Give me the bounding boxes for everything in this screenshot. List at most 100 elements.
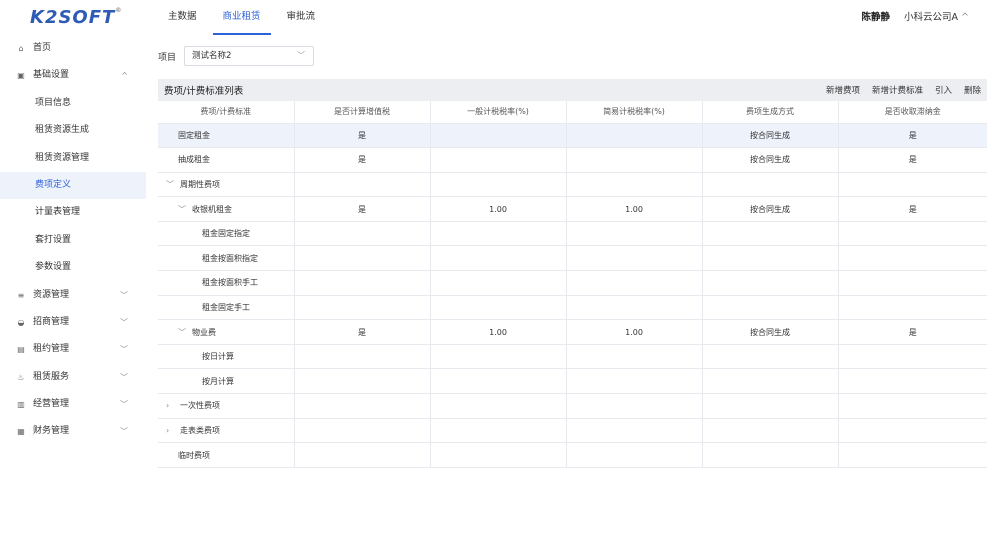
sidebar-item-label: 租赁资源生成 xyxy=(35,125,90,136)
sidebar-item-label: 参数设置 xyxy=(35,262,72,273)
chevron-down-icon: ﹀ xyxy=(120,427,128,437)
project-select[interactable]: 测试名称2 ﹀ xyxy=(184,46,315,66)
cell-vat xyxy=(294,442,431,468)
fee-name: 抽成租金 xyxy=(178,155,210,165)
cell-general xyxy=(430,245,567,272)
sidebar-item[interactable]: ≡ 资源管理 ﹀ xyxy=(0,282,146,309)
fee-name: 收银机租金 xyxy=(192,204,232,214)
fee-table: 费项/计费标准 是否计算增值税 一般计税税率(%) 简易计税税率(%) 费项生成方式 是否… xyxy=(158,101,987,468)
panel-action-button[interactable]: 新增计费标准 xyxy=(872,84,923,96)
cell-simple xyxy=(566,344,703,370)
cell-late xyxy=(838,418,987,444)
sidebar-item[interactable]: ◒ 招商管理 ﹀ xyxy=(0,309,146,336)
cell-gen: 按合同生成 xyxy=(702,123,839,149)
user-name[interactable]: 陈静静 xyxy=(861,0,890,35)
sidebar-item[interactable]: ▣ 基础设置 ^ xyxy=(0,62,146,89)
sidebar-item[interactable]: ▤ 租约管理 ﹀ xyxy=(0,336,146,363)
top-nav-item[interactable]: 审批流 xyxy=(277,0,326,35)
fee-name-cell: ﹀ 收银机租金 xyxy=(158,196,295,222)
panel-actions: 新增费项 新增计费标准 引入 删除 xyxy=(826,84,981,96)
panel-action-button[interactable]: 删除 xyxy=(964,84,981,96)
company-switcher[interactable]: 小科云公司A ^ xyxy=(904,0,969,35)
sidebar-subitem[interactable]: 费项定义 xyxy=(0,171,146,200)
chevron-right-icon[interactable]: › xyxy=(166,401,176,410)
table-row[interactable]: 租金固定手工 xyxy=(158,295,987,321)
table-row[interactable]: 抽成租金是按合同生成是 xyxy=(158,147,987,173)
cell-late: 是 xyxy=(838,123,987,149)
table-row[interactable]: › 走表类费项 xyxy=(158,418,987,444)
chevron-up-icon: ^ xyxy=(121,71,128,81)
chevron-down-icon[interactable]: ﹀ xyxy=(178,204,188,215)
cell-gen: 按合同生成 xyxy=(702,147,839,173)
table-row[interactable]: ﹀ 周期性费项 xyxy=(158,172,987,198)
table-row[interactable]: 临时费项 xyxy=(158,442,987,468)
fee-name-cell: 临时费项 xyxy=(158,442,295,468)
cell-general xyxy=(430,368,567,395)
table-row[interactable]: 租金固定指定 xyxy=(158,221,987,247)
sidebar-subitem[interactable]: 参数设置 xyxy=(0,254,146,281)
sidebar-item-label: 招商管理 xyxy=(33,316,70,327)
k2soft-logo[interactable]: K2SOFT® xyxy=(30,7,122,28)
sidebar-item[interactable]: ⌂ 首页 xyxy=(0,35,146,62)
table-row[interactable]: 租金按面积指定 xyxy=(158,245,987,272)
sidebar-item[interactable]: ▥ 经营管理 ﹀ xyxy=(0,391,146,418)
fee-name-cell: 按月计算 xyxy=(158,368,295,395)
column-header: 简易计税税率(%) xyxy=(566,101,703,124)
table-row[interactable]: ﹀ 物业费是 1.00 1.00 按合同生成是 xyxy=(158,319,987,345)
top-nav-item[interactable]: 商业租赁 xyxy=(212,0,271,35)
sidebar-item[interactable]: ▦ 财务管理 ﹀ xyxy=(0,418,146,445)
sidebar-item-label: 项目信息 xyxy=(35,97,72,108)
cell-vat xyxy=(294,245,431,272)
fee-name-cell: › 走表类费项 xyxy=(158,418,295,444)
column-header: 一般计税税率(%) xyxy=(430,101,567,124)
fee-name-cell: 租金按面积指定 xyxy=(158,245,295,272)
table-row[interactable]: › 一次性费项 xyxy=(158,393,987,419)
fee-name-cell: 租金固定指定 xyxy=(158,221,295,247)
cell-general xyxy=(430,393,567,419)
sidebar-subitem[interactable]: 项目信息 xyxy=(0,90,146,117)
sidebar: ⌂ 首页 ▣ 基础设置 ^ 项目信息 租赁资源生成 租赁资源管理 费项定义 计量表管理 套打设置 参数… xyxy=(0,35,146,557)
cell-gen xyxy=(702,221,839,247)
table-row[interactable]: 租金按面积手工 xyxy=(158,270,987,296)
cell-vat xyxy=(294,295,431,321)
cell-simple xyxy=(566,221,703,247)
sidebar-subitem[interactable]: 套打设置 xyxy=(0,227,146,254)
sidebar-subitem[interactable]: 租赁资源管理 xyxy=(0,145,146,172)
top-nav-item[interactable]: 主数据 xyxy=(158,0,207,35)
cell-late xyxy=(838,295,987,321)
fee-name: 租金固定手工 xyxy=(202,302,250,312)
table-row[interactable]: 固定租金是按合同生成是 xyxy=(158,123,987,149)
fee-name: 物业费 xyxy=(192,327,216,337)
fee-name: 固定租金 xyxy=(178,130,210,140)
user-area: 陈静静 小科云公司A ^ xyxy=(861,0,969,35)
chevron-down-icon[interactable]: ﹀ xyxy=(166,179,176,190)
cell-late xyxy=(838,245,987,272)
sidebar-item[interactable]: ♨ 租赁服务 ﹀ xyxy=(0,364,146,391)
cell-gen xyxy=(702,295,839,321)
table-row[interactable]: ﹀ 收银机租金是 1.00 1.00 按合同生成是 xyxy=(158,196,987,222)
cell-general xyxy=(430,295,567,321)
fee-name-cell: 抽成租金 xyxy=(158,147,295,173)
sidebar-subitem[interactable]: 计量表管理 xyxy=(0,199,146,226)
table-row[interactable]: 按日计算 xyxy=(158,344,987,370)
panel-action-button[interactable]: 引入 xyxy=(935,84,952,96)
cell-late xyxy=(838,368,987,395)
chevron-down-icon[interactable]: ﹀ xyxy=(178,327,188,338)
cell-vat xyxy=(294,270,431,296)
cell-simple xyxy=(566,123,703,149)
sidebar-subitem[interactable]: 租赁资源生成 xyxy=(0,117,146,144)
cell-vat: 是 xyxy=(294,319,431,345)
sidebar-item-label: 基础设置 xyxy=(33,70,70,81)
table-row[interactable]: 按月计算 xyxy=(158,368,987,395)
cell-late: 是 xyxy=(838,147,987,173)
column-header: 是否计算增值税 xyxy=(294,101,431,124)
cell-general xyxy=(430,147,567,173)
chevron-right-icon[interactable]: › xyxy=(166,426,176,435)
sidebar-item-label: 租赁服务 xyxy=(33,371,70,382)
cell-vat xyxy=(294,368,431,395)
cell-general: 1.00 xyxy=(430,196,567,222)
panel-header: 费项/计费标准列表 新增费项 新增计费标准 引入 删除 xyxy=(158,79,987,101)
panel-action-button[interactable]: 新增费项 xyxy=(826,84,860,96)
panel-title: 费项/计费标准列表 xyxy=(164,86,244,97)
fee-name-cell: ﹀ 周期性费项 xyxy=(158,172,295,198)
